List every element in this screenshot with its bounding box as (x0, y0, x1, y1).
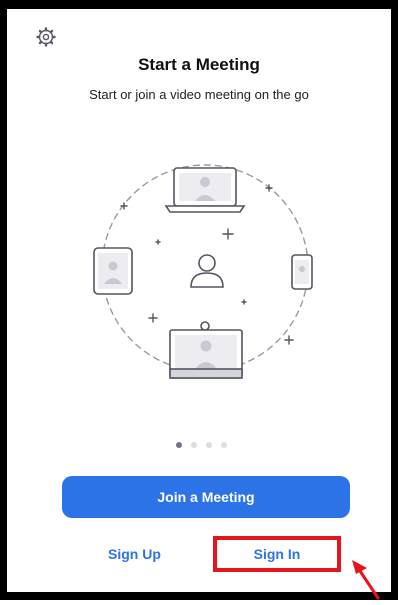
gear-icon[interactable] (36, 27, 56, 47)
carousel-dot[interactable] (206, 442, 212, 448)
pointer-arrow-icon (348, 558, 384, 600)
sign-in-link[interactable]: Sign In (254, 546, 301, 562)
carousel-dot[interactable] (221, 442, 227, 448)
sign-up-link[interactable]: Sign Up (108, 546, 161, 562)
carousel-dot[interactable] (191, 442, 197, 448)
phone-icon (291, 254, 313, 290)
join-meeting-button[interactable]: Join a Meeting (62, 476, 350, 518)
carousel-dots (176, 442, 227, 448)
tablet-icon (93, 247, 133, 295)
page-subtitle: Start or join a video meeting on the go (89, 87, 309, 102)
page-title: Start a Meeting (138, 55, 260, 74)
meeting-illustration (70, 160, 340, 390)
room-system-icon (169, 321, 243, 379)
carousel-dot[interactable] (176, 442, 182, 448)
user-icon (190, 254, 224, 288)
laptop-icon (164, 167, 246, 213)
sign-in-highlight-box: Sign In (213, 536, 341, 572)
